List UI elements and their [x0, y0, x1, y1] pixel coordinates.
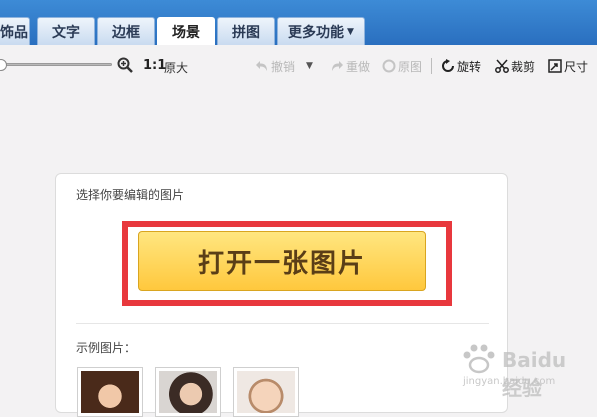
redo-icon [332, 61, 343, 71]
sample-images-label: 示例图片： [76, 341, 137, 355]
rotate-label: 旋转 [457, 59, 482, 74]
sample-image-thumbnail[interactable] [77, 367, 143, 417]
resize-icon [548, 59, 562, 73]
undo-button[interactable]: 撤销 [255, 57, 295, 75]
tab-more-functions[interactable]: 更多功能 ▼ [277, 17, 365, 45]
panel-divider [76, 323, 489, 324]
top-tab-bar: 饰品 文字 边框 场景 拼图 更多功能 ▼ [0, 0, 597, 45]
scissors-icon [495, 59, 509, 73]
zoom-in-icon[interactable] [117, 57, 133, 73]
toolbar-divider [431, 58, 432, 74]
watermark-url: jingyan.baidu.com [463, 376, 556, 387]
tab-text[interactable]: 文字 [37, 17, 95, 45]
open-image-button[interactable]: 打开一张图片 [138, 231, 426, 291]
undo-label: 撤销 [271, 59, 296, 74]
crop-button[interactable]: 裁剪 [495, 57, 535, 75]
redo-label: 重做 [346, 59, 371, 74]
sample-photo [81, 371, 139, 413]
redo-button[interactable]: 重做 [330, 57, 370, 75]
open-image-panel: 选择你要编辑的图片 打开一张图片 示例图片： [55, 173, 508, 417]
watermark-brand: Baidu 经验 [502, 348, 567, 400]
zoom-slider[interactable] [0, 63, 112, 66]
tab-label: 饰品 [0, 24, 28, 41]
tab-collage[interactable]: 拼图 [217, 17, 275, 45]
rotate-icon [442, 59, 454, 72]
resize-label: 尺寸 [564, 59, 589, 74]
tab-label: 文字 [52, 24, 80, 41]
sample-photo [237, 371, 295, 413]
tab-accessories[interactable]: 饰品 [0, 17, 30, 45]
undo-icon [256, 61, 267, 71]
baidu-jingyan-watermark: Baidu 经验 jingyan.baidu.com [455, 343, 590, 400]
actual-size-ratio[interactable]: 1:1 [143, 58, 166, 73]
chevron-down-icon: ▼ [306, 61, 313, 71]
sample-photo [159, 371, 217, 413]
chevron-down-icon: ▼ [347, 26, 354, 37]
undo-history-dropdown[interactable]: ▼ [306, 57, 313, 75]
tab-scene[interactable]: 场景 [157, 17, 215, 45]
tab-label: 场景 [172, 24, 200, 41]
panel-title: 选择你要编辑的图片 [76, 188, 185, 202]
rotate-button[interactable]: 旋转 [441, 57, 481, 75]
crop-label: 裁剪 [511, 59, 536, 74]
tab-label: 更多功能 [288, 24, 345, 41]
original-size-button[interactable]: 原大 [164, 59, 188, 76]
tab-label: 边框 [112, 24, 140, 41]
resize-button[interactable]: 尺寸 [548, 57, 588, 75]
sample-image-thumbnail[interactable] [233, 367, 299, 417]
sample-image-thumbnail[interactable] [155, 367, 221, 417]
original-image-icon [382, 59, 396, 73]
tab-frame[interactable]: 边框 [97, 17, 155, 45]
original-image-button[interactable]: 原图 [382, 57, 422, 75]
original-image-label: 原图 [398, 59, 423, 74]
tab-label: 拼图 [232, 24, 260, 41]
paw-logo-icon [463, 344, 495, 374]
